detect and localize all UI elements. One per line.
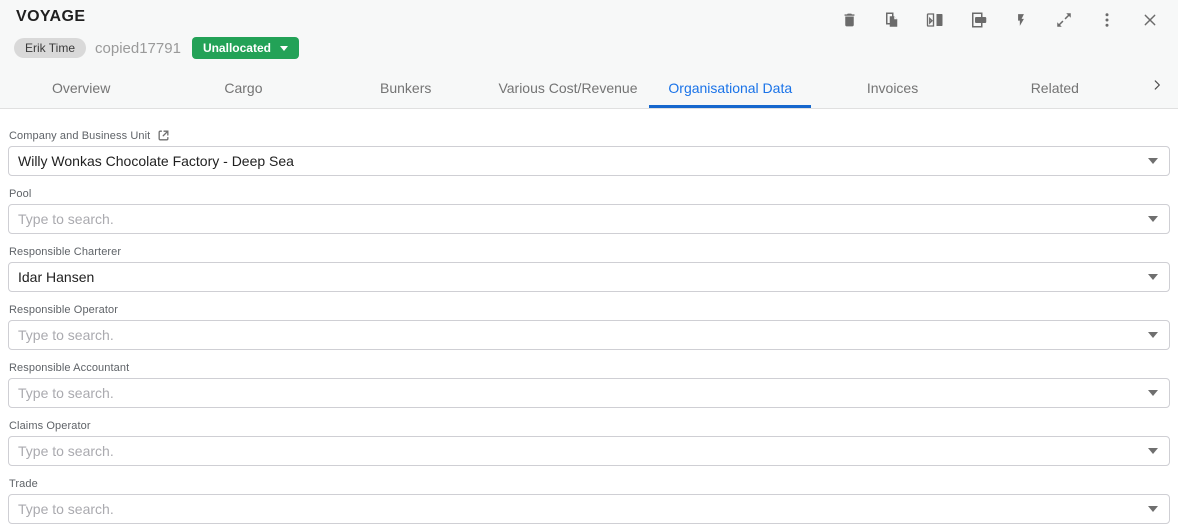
field-responsible-operator: Responsible Operator (8, 304, 1170, 350)
trash-icon (841, 11, 858, 29)
badge-row: Erik Time copied17791 Unallocated (0, 37, 1178, 65)
company-business-unit-input[interactable] (8, 146, 1170, 176)
tab-cargo[interactable]: Cargo (162, 67, 324, 108)
pdf-export-button[interactable]: PDF (968, 10, 988, 30)
page-title: VOYAGE (16, 6, 85, 26)
field-label: Company and Business Unit (9, 130, 150, 142)
field-company-business-unit: Company and Business Unit (8, 129, 1170, 176)
tab-bunkers[interactable]: Bunkers (325, 67, 487, 108)
field-pool: Pool (8, 188, 1170, 234)
lightning-icon (1014, 11, 1028, 29)
field-claims-operator: Claims Operator (8, 420, 1170, 466)
expand-icon (1055, 11, 1073, 29)
tab-related[interactable]: Related (974, 67, 1136, 108)
window-header: VOYAGE (0, 0, 1178, 109)
delete-button[interactable] (839, 10, 859, 30)
pdf-icon: PDF (968, 11, 988, 29)
tab-overview[interactable]: Overview (0, 67, 162, 108)
field-label: Claims Operator (9, 420, 91, 432)
expand-button[interactable] (1054, 10, 1074, 30)
time-badge: Erik Time (14, 38, 86, 58)
close-button[interactable] (1140, 10, 1160, 30)
responsible-operator-input[interactable] (8, 320, 1170, 350)
field-responsible-charterer: Responsible Charterer (8, 246, 1170, 292)
responsible-charterer-input[interactable] (8, 262, 1170, 292)
duplicate-button[interactable] (882, 10, 902, 30)
tab-various-cost-revenue[interactable]: Various Cost/Revenue (487, 67, 649, 108)
voyage-window: VOYAGE (0, 0, 1178, 521)
field-label: Pool (9, 188, 31, 200)
more-options-button[interactable] (1097, 10, 1117, 30)
open-in-new-icon[interactable] (157, 129, 170, 142)
compare-icon (926, 11, 944, 29)
field-label: Responsible Accountant (9, 362, 129, 374)
tab-bar: Overview Cargo Bunkers Various Cost/Reve… (0, 67, 1178, 109)
compare-button[interactable] (925, 10, 945, 30)
responsible-accountant-input[interactable] (8, 378, 1170, 408)
trade-input[interactable] (8, 494, 1170, 524)
tab-organisational-data[interactable]: Organisational Data (649, 67, 811, 108)
status-badge[interactable]: Unallocated (192, 37, 299, 59)
voyage-reference: copied17791 (95, 40, 181, 57)
tabs-overflow-button[interactable] (1136, 67, 1178, 108)
claims-operator-input[interactable] (8, 436, 1170, 466)
chevron-down-icon (280, 46, 288, 51)
close-icon (1142, 12, 1158, 28)
organisational-data-form: Company and Business Unit Pool Responsib… (0, 109, 1178, 524)
field-label: Trade (9, 478, 38, 490)
field-trade: Trade (8, 478, 1170, 524)
tab-invoices[interactable]: Invoices (811, 67, 973, 108)
header-toolbar: PDF (839, 10, 1160, 30)
kebab-menu-icon (1098, 11, 1116, 29)
pool-input[interactable] (8, 204, 1170, 234)
field-label: Responsible Operator (9, 304, 118, 316)
duplicate-icon (883, 11, 901, 29)
flash-button[interactable] (1011, 10, 1031, 30)
field-label: Responsible Charterer (9, 246, 121, 258)
status-badge-label: Unallocated (203, 42, 271, 54)
chevron-right-icon (1150, 78, 1164, 97)
field-responsible-accountant: Responsible Accountant (8, 362, 1170, 408)
pdf-icon-label: PDF (976, 18, 985, 23)
